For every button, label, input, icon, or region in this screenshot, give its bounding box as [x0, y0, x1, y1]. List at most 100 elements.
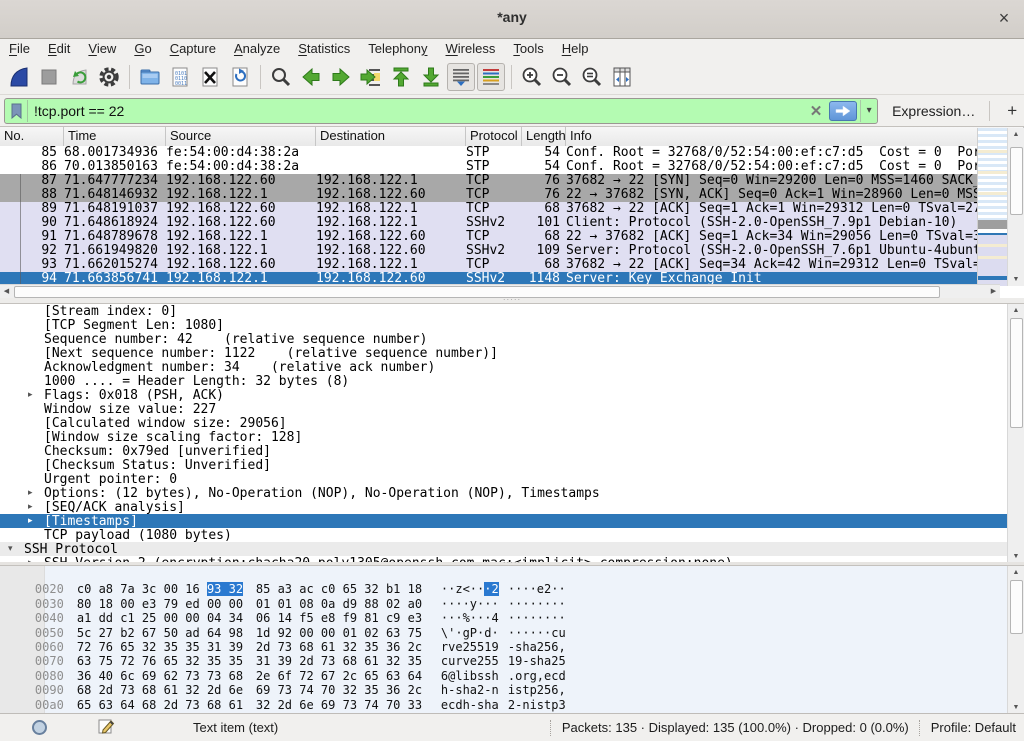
filter-bookmark-icon[interactable] [5, 100, 28, 122]
detail-row[interactable]: [Window size scaling factor: 128] [0, 430, 1024, 444]
menu-item[interactable]: Statistics [289, 39, 359, 59]
menu-item[interactable]: Telephony [359, 39, 436, 59]
detail-row[interactable]: ▸ Flags: 0x018 (PSH, ACK) [0, 388, 1024, 402]
scrollbar-thumb[interactable] [14, 286, 940, 298]
expander-icon[interactable]: ▸ [28, 488, 44, 498]
menu-item[interactable]: File [0, 39, 39, 59]
menu-item[interactable]: Capture [161, 39, 225, 59]
hex-row[interactable]: 0020c0 a8 7a 3c 00 16 93 3285 a3 ac c0 6… [0, 568, 1024, 582]
detail-row[interactable]: [Stream index: 0] [0, 304, 1024, 318]
menu-item[interactable]: View [79, 39, 125, 59]
scrollbar-thumb[interactable] [1010, 318, 1023, 428]
detail-row[interactable]: Window size value: 227 [0, 402, 1024, 416]
detail-row[interactable]: ▸ [Timestamps] [0, 514, 1024, 528]
packet-row[interactable]: 91 71.648789678 192.168.122.1 192.168.12… [0, 230, 978, 244]
go-forward-button[interactable] [327, 63, 355, 91]
detail-row[interactable]: Checksum: 0x79ed [unverified] [0, 444, 1024, 458]
filter-clear-icon[interactable]: ✕ [806, 102, 826, 120]
scroll-right-icon[interactable]: ▶ [987, 285, 1000, 298]
details-vscrollbar[interactable]: ▲ ▼ [1007, 304, 1024, 563]
menu-item[interactable]: Wireless [437, 39, 505, 59]
detail-row[interactable]: ▸ Options: (12 bytes), No-Operation (NOP… [0, 486, 1024, 500]
detail-row[interactable]: Sequence number: 42 (relative sequence n… [0, 332, 1024, 346]
detail-row[interactable]: [TCP Segment Len: 1080] [0, 318, 1024, 332]
save-capture-button[interactable]: 010101100011 [166, 63, 194, 91]
detail-row[interactable]: [Next sequence number: 1122 (relative se… [0, 346, 1024, 360]
go-first-packet-button[interactable] [387, 63, 415, 91]
packet-row[interactable]: 89 71.648191037 192.168.122.60 192.168.1… [0, 202, 978, 216]
expander-icon[interactable]: ▸ [28, 502, 44, 512]
close-window-button[interactable]: × [992, 7, 1016, 31]
expert-info-icon[interactable] [32, 720, 47, 735]
go-back-button[interactable] [297, 63, 325, 91]
menu-item[interactable]: Go [125, 39, 160, 59]
column-header-length[interactable]: Length [522, 127, 566, 146]
menu-item[interactable]: Help [553, 39, 598, 59]
packet-list-hscrollbar[interactable]: ◀ ▶ [0, 284, 1000, 298]
intelligent-scrollbar-minimap[interactable] [977, 128, 1008, 286]
display-filter-input[interactable] [28, 100, 806, 122]
restart-capture-button[interactable] [65, 63, 93, 91]
detail-row[interactable]: ▾ SSH Protocol [0, 542, 1024, 556]
expander-icon[interactable]: ▾ [8, 544, 24, 554]
scroll-up-icon[interactable]: ▲ [1008, 128, 1024, 141]
column-header-time[interactable]: Time [64, 127, 166, 146]
expander-icon[interactable]: ▸ [28, 390, 44, 400]
scroll-up-icon[interactable]: ▲ [1008, 566, 1024, 579]
reload-capture-button[interactable] [226, 63, 254, 91]
auto-scroll-button[interactable] [447, 63, 475, 91]
hex-row[interactable]: 007063 75 72 76 65 32 35 3531 39 2d 73 6… [0, 640, 1024, 654]
packet-row[interactable]: 85 68.001734936 fe:54:00:d4:38:2a STP 54… [0, 146, 978, 160]
scroll-left-icon[interactable]: ◀ [0, 285, 13, 298]
display-filter-field[interactable]: ✕ ▾ [4, 98, 878, 124]
zoom-in-button[interactable] [518, 63, 546, 91]
hex-row[interactable]: 00505c 27 b2 67 50 ad 64 981d 92 00 00 0… [0, 611, 1024, 625]
colorize-button[interactable] [477, 63, 505, 91]
profile-indicator[interactable]: Profile: Default [931, 720, 1016, 735]
scrollbar-thumb[interactable] [1010, 147, 1023, 215]
detail-row[interactable]: ▸ [SEQ/ACK analysis] [0, 500, 1024, 514]
detail-row[interactable]: Urgent pointer: 0 [0, 472, 1024, 486]
column-header-source[interactable]: Source [166, 127, 316, 146]
go-to-packet-button[interactable] [357, 63, 385, 91]
menu-item[interactable]: Edit [39, 39, 79, 59]
zoom-reset-button[interactable] [578, 63, 606, 91]
close-capture-button[interactable] [196, 63, 224, 91]
detail-row[interactable]: TCP payload (1080 bytes) [0, 528, 1024, 542]
bytes-vscrollbar[interactable]: ▲ ▼ [1007, 566, 1024, 714]
packet-row[interactable]: 86 70.013850163 fe:54:00:d4:38:2a STP 54… [0, 160, 978, 174]
column-header-info[interactable]: Info [566, 127, 1024, 146]
hex-row[interactable]: 009068 2d 73 68 61 32 2d 6e69 73 74 70 3… [0, 669, 1024, 683]
capture-options-button[interactable] [95, 63, 123, 91]
menu-item[interactable]: Analyze [225, 39, 289, 59]
zoom-out-button[interactable] [548, 63, 576, 91]
hex-row[interactable]: 008036 40 6c 69 62 73 73 682e 6f 72 67 2… [0, 654, 1024, 668]
packet-row[interactable]: 92 71.661949820 192.168.122.1 192.168.12… [0, 244, 978, 258]
capture-comment-icon[interactable] [97, 717, 115, 738]
scroll-down-icon[interactable]: ▼ [1008, 273, 1024, 286]
go-last-packet-button[interactable] [417, 63, 445, 91]
resize-columns-button[interactable] [608, 63, 636, 91]
menu-item[interactable]: Tools [504, 39, 552, 59]
expander-icon[interactable]: ▸ [28, 516, 44, 526]
start-capture-button[interactable] [5, 63, 33, 91]
packet-row[interactable]: 88 71.648146932 192.168.122.1 192.168.12… [0, 188, 978, 202]
detail-row[interactable]: Acknowledgment number: 34 (relative ack … [0, 360, 1024, 374]
packet-list-vscrollbar[interactable]: ▲ ▼ [1007, 128, 1024, 286]
add-filter-button[interactable]: + [1000, 101, 1024, 121]
open-capture-button[interactable] [136, 63, 164, 91]
hex-row[interactable]: 006072 76 65 32 35 35 31 392d 73 68 61 3… [0, 626, 1024, 640]
find-packet-button[interactable] [267, 63, 295, 91]
column-header-protocol[interactable]: Protocol [466, 127, 522, 146]
filter-history-caret[interactable]: ▾ [860, 100, 877, 122]
packet-row[interactable]: 93 71.662015274 192.168.122.60 192.168.1… [0, 258, 978, 272]
stop-capture-button[interactable] [35, 63, 63, 91]
packet-row[interactable]: 87 71.647777234 192.168.122.60 192.168.1… [0, 174, 978, 188]
expression-button[interactable]: Expression… [892, 103, 975, 119]
packet-row[interactable]: 90 71.648618924 192.168.122.60 192.168.1… [0, 216, 978, 230]
detail-row[interactable]: [Checksum Status: Unverified] [0, 458, 1024, 472]
filter-apply-button[interactable] [829, 101, 857, 121]
hex-row[interactable]: 00a065 63 64 68 2d 73 68 6132 2d 6e 69 7… [0, 683, 1024, 697]
detail-row[interactable]: 1000 .... = Header Length: 32 bytes (8) [0, 374, 1024, 388]
scrollbar-thumb[interactable] [1010, 580, 1023, 634]
